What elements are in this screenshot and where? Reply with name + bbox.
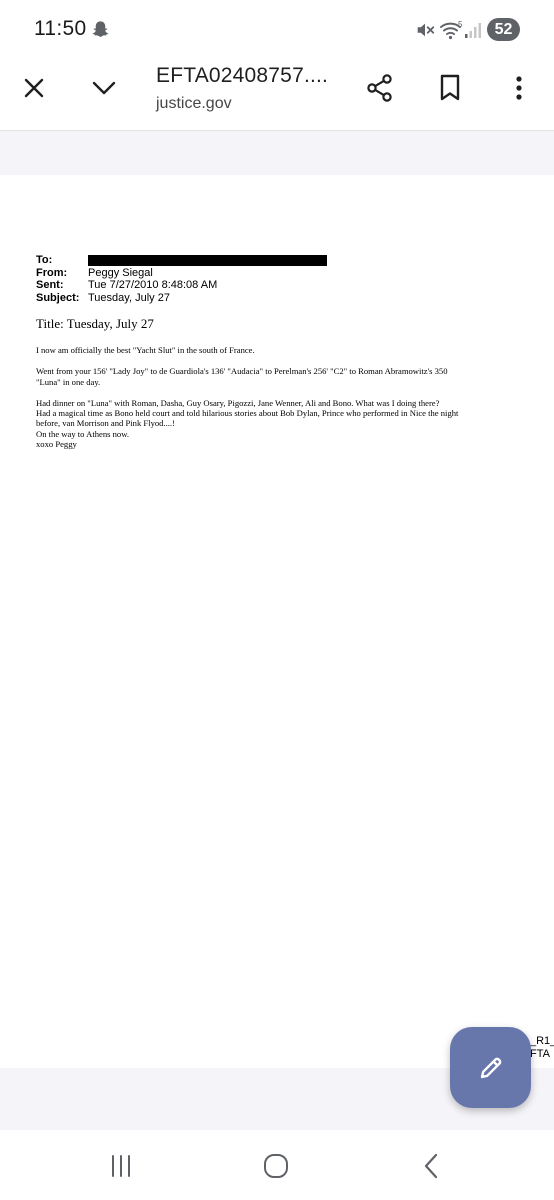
email-from-label: From: <box>36 266 68 279</box>
snapchat-icon <box>92 21 109 37</box>
share-button[interactable] <box>360 68 400 108</box>
edit-fab-button[interactable] <box>450 1027 531 1108</box>
page-title: EFTA02408757.... <box>156 64 329 87</box>
email-sent-value: Tue 7/27/2010 8:48:08 AM <box>88 279 218 291</box>
bookmark-icon <box>440 74 460 101</box>
mute-icon <box>417 23 435 37</box>
close-button[interactable] <box>14 68 54 108</box>
bookmark-button[interactable] <box>430 68 470 108</box>
signal-icon <box>465 23 481 38</box>
share-icon <box>367 74 392 102</box>
body-paragraph-3-line-1: Had dinner on "Luna" with Roman, Dasha, … <box>36 397 440 408</box>
email-body: I now am officially the best "Yacht Slut… <box>36 345 548 449</box>
recents-icon <box>112 1155 130 1177</box>
document-page[interactable]: To: From: Peggy Siegal Sent: Tue 7/27/20… <box>0 175 554 1068</box>
redaction-bar <box>88 255 327 266</box>
bates-line-2: FTA <box>530 1048 550 1060</box>
email-subject-label: Subject: <box>36 291 80 304</box>
browser-header: EFTA02408757.... justice.gov <box>0 60 554 131</box>
battery-badge: 52 <box>487 18 520 41</box>
chevron-down-icon <box>92 81 116 95</box>
status-time: 11:50 <box>34 17 87 40</box>
body-paragraph-1: I now am officially the best "Yacht Slut… <box>36 345 255 355</box>
close-icon <box>24 78 44 98</box>
body-paragraph-3-line-2: Had a magical time as Bono held court an… <box>36 408 459 419</box>
wifi-icon: 5 <box>440 20 463 40</box>
home-icon <box>264 1154 288 1178</box>
document-title: Title: Tuesday, July 27 <box>36 316 154 331</box>
email-sent-label: Sent: <box>36 279 64 291</box>
email-to-label: To: <box>36 254 53 266</box>
page-domain: justice.gov <box>156 95 232 112</box>
pencil-icon <box>480 1057 501 1078</box>
body-paragraph-3-line-3: before, van Morrison and Pink Flyod....! <box>36 418 175 429</box>
more-options-button[interactable] <box>499 68 539 108</box>
body-signoff: xoxo Peggy <box>36 439 77 450</box>
body-paragraph-2-line-1: Went from your 156' "Lady Joy" to de Gua… <box>36 366 448 377</box>
body-paragraph-3-line-4: On the way to Athens now. <box>36 428 130 439</box>
email-subject-value: Tuesday, July 27 <box>88 291 170 304</box>
body-paragraph-2-line-2: "Luna" in one day. <box>36 376 101 387</box>
viewer-background-top <box>0 131 554 175</box>
back-button[interactable] <box>411 1151 451 1181</box>
home-button[interactable] <box>256 1151 296 1181</box>
bates-number-fragment: _R1_ FTA <box>530 1035 554 1061</box>
system-nav-bar <box>0 1131 554 1200</box>
status-bar: 11:50 5 52 <box>0 0 554 60</box>
bates-line-1: _R1_ <box>530 1035 554 1047</box>
recents-button[interactable] <box>101 1151 141 1181</box>
more-vert-icon <box>516 76 522 100</box>
expand-button[interactable] <box>84 68 124 108</box>
email-from-value: Peggy Siegal <box>88 266 153 279</box>
back-icon <box>424 1153 438 1179</box>
